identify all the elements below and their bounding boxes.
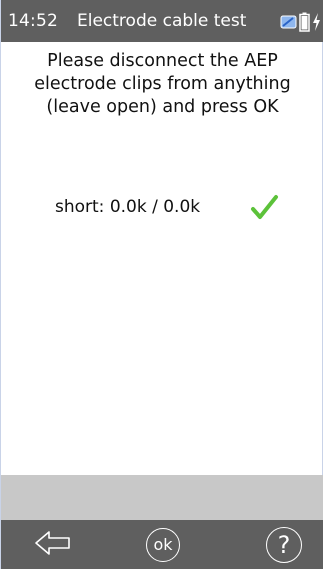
app-screen: 14:52 Electrode cable test Please discon… bbox=[0, 0, 323, 569]
clock: 14:52 bbox=[8, 11, 58, 31]
back-button[interactable] bbox=[13, 520, 93, 569]
help-label: ? bbox=[266, 526, 302, 563]
footer-strip bbox=[1, 475, 323, 520]
navigation-bar: ok ? bbox=[1, 520, 323, 569]
checkmark-icon bbox=[249, 193, 279, 227]
device-link-icon bbox=[280, 14, 297, 34]
screen-title: Electrode cable test bbox=[77, 11, 247, 31]
ok-button[interactable]: ok bbox=[123, 520, 203, 569]
short-result-label: short: 0.0k / 0.0k bbox=[55, 197, 201, 217]
status-bar: 14:52 Electrode cable test bbox=[1, 0, 323, 42]
ok-label: ok bbox=[146, 527, 180, 562]
instruction-text: Please disconnect the AEP electrode clip… bbox=[34, 51, 291, 117]
short-test-result: short: 0.0k / 0.0k bbox=[1, 193, 323, 223]
battery-icon bbox=[299, 12, 310, 36]
help-button[interactable]: ? bbox=[244, 520, 323, 569]
charging-icon bbox=[312, 12, 321, 36]
back-arrow-icon bbox=[33, 528, 73, 562]
status-icons bbox=[280, 12, 321, 36]
